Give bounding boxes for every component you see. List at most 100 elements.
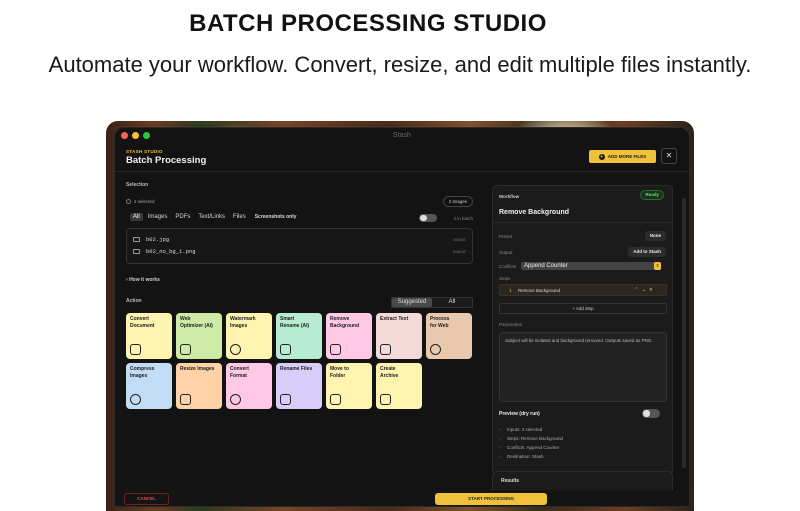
close-panel-button[interactable]: ✕ [661, 148, 677, 164]
action-tile-label: Extract Text [380, 316, 409, 322]
filter-tab-all[interactable]: All [130, 213, 143, 221]
action-tile-convert-document[interactable]: Convert Document [126, 313, 172, 359]
cancel-button[interactable]: CANCEL [124, 493, 169, 505]
selected-count: 2 selected [134, 199, 155, 204]
close-icon: ✕ [665, 151, 673, 160]
preview-item[interactable]: › Steps: Remove Background [499, 436, 563, 441]
step-name: Remove Background [518, 288, 561, 293]
action-tile-watermark-images[interactable]: Watermark Images [226, 313, 272, 359]
hero-title: BATCH PROCESSING STUDIO [189, 10, 547, 37]
preview-label: Preview (dry run) [499, 411, 540, 417]
workflow-label: Workflow [499, 194, 520, 199]
window-titlebar: Stash [115, 128, 689, 142]
preset-select[interactable]: None [644, 231, 666, 241]
brand-subtitle: STASH STUDIO [126, 149, 163, 154]
parameters-label: Parameters [499, 322, 523, 327]
images-count-badge: 2 images [442, 196, 473, 207]
action-tile-label: Convert Document [130, 316, 155, 329]
screenshots-only-label: Screenshots only [254, 214, 297, 220]
conflicts-select[interactable]: Append Counter ⇕ [521, 262, 661, 270]
action-tile-smart-rename-ai[interactable]: Smart Rename (AI) [276, 313, 322, 359]
action-tile-label: Remove Background [330, 316, 360, 329]
file-type: IMAGE [453, 249, 466, 254]
image-file-icon [133, 249, 140, 254]
action-tile-resize-images[interactable]: Resize Images [176, 363, 222, 409]
step-controls-icons[interactable]: ⌃⌄✕ [634, 287, 656, 293]
magic-wand-icon [180, 344, 191, 355]
file-list: b02.jpg IMAGE b02_no_bg_1.png IMAGE [126, 228, 473, 264]
filter-tab-images[interactable]: Images [145, 213, 171, 221]
preview-item-text: Steps: Remove Background [507, 436, 564, 441]
image-file-icon [133, 237, 140, 242]
action-tile-convert-format[interactable]: Convert Format [226, 363, 272, 409]
segment-suggested[interactable]: Suggested [392, 298, 432, 307]
chevron-right-icon: › [499, 445, 501, 450]
how-it-works-toggle[interactable]: › How it works [126, 277, 160, 283]
output-select[interactable]: Add to Stash [628, 247, 666, 257]
action-tile-rename-files[interactable]: Rename Files [276, 363, 322, 409]
filter-tabs: All Images PDFs Text/Links Files Screenshots … [130, 213, 296, 221]
file-name: b02_no_bg_1.png [146, 248, 196, 255]
file-name: b02.jpg [146, 236, 170, 243]
step-row[interactable]: 1 Remove Background ⌃⌄✕ [499, 284, 667, 296]
add-more-files-button[interactable]: + ADD MORE FILES [589, 150, 656, 163]
how-it-works-label: How it works [129, 277, 160, 283]
filter-tab-files[interactable]: Files [230, 213, 249, 221]
preview-item[interactable]: › Destination: Stash [499, 454, 544, 459]
action-segmented-control: Suggested All [391, 297, 473, 308]
preview-item[interactable]: › Inputs: 2 selected [499, 427, 542, 432]
preview-toggle[interactable] [642, 409, 660, 418]
action-tile-compress-images[interactable]: Compress Images [126, 363, 172, 409]
file-row[interactable]: b02_no_bg_1.png IMAGE [133, 246, 466, 257]
workflow-panel: Workflow Ready Remove Background Preset … [492, 185, 673, 475]
action-label: Action [126, 298, 142, 304]
chevron-right-icon: › [499, 427, 501, 432]
action-tile-label: Create Archive [380, 366, 399, 379]
selection-label: Selection [126, 182, 149, 188]
action-tile-create-archive[interactable]: Create Archive [376, 363, 422, 409]
conflicts-label: Conflicts [499, 264, 517, 269]
checkbox-icon [126, 199, 131, 204]
sparkle-icon [280, 344, 291, 355]
segment-all[interactable]: All [432, 298, 472, 307]
document-icon [130, 344, 141, 355]
chevron-right-icon: › [499, 436, 501, 441]
file-row[interactable]: b02.jpg IMAGE [133, 234, 466, 245]
action-tile-extract-text[interactable]: Extract Text [376, 313, 422, 359]
app-header: STASH STUDIO Batch Processing + ADD MORE… [115, 144, 689, 172]
preview-item-text: Destination: Stash [507, 454, 544, 459]
workflow-title: Remove Background [499, 209, 570, 216]
step-number: 1 [509, 288, 512, 293]
page-title: Batch Processing [126, 155, 207, 166]
archive-icon [380, 394, 391, 405]
action-tile-label: Move to Folder [330, 366, 349, 379]
preset-label: Preset [499, 234, 513, 239]
chevron-updown-icon: ⇕ [654, 262, 661, 270]
window-title: Stash [393, 131, 411, 139]
filter-tab-pdfs[interactable]: PDFs [172, 213, 193, 221]
chevron-right-icon: › [499, 454, 501, 459]
bottom-bar: CANCEL START PROCESSING [115, 490, 689, 506]
action-tile-label: Web Optimizer (AI) [180, 316, 213, 329]
select-all-checkbox[interactable]: 2 selected [126, 199, 155, 204]
start-processing-button[interactable]: START PROCESSING [435, 493, 547, 505]
action-tile-web-optimizer-ai[interactable]: Web Optimizer (AI) [176, 313, 222, 359]
action-tile-move-to-folder[interactable]: Move to Folder [326, 363, 372, 409]
action-tile-label: Process for Web [430, 316, 450, 329]
action-tile-label: Convert Format [230, 366, 249, 379]
action-tile-remove-background[interactable]: Remove Background [326, 313, 372, 359]
filter-tab-text-links[interactable]: Text/Links [195, 213, 228, 221]
conflicts-value: Append Counter [524, 263, 568, 269]
preview-item[interactable]: › Conflicts: Append Counter [499, 445, 559, 450]
action-tile-label: Watermark Images [230, 316, 256, 329]
chevron-right-icon: › [126, 277, 128, 283]
screenshots-only-toggle[interactable] [419, 214, 437, 222]
action-tile-label: Compress Images [130, 366, 155, 379]
output-label: Output [499, 250, 513, 255]
add-step-button[interactable]: + Add step [499, 303, 667, 314]
divider [493, 222, 672, 223]
scrollbar[interactable] [682, 198, 686, 468]
action-tile-process-for-web[interactable]: Process for Web [426, 313, 472, 359]
action-tile-label: Rename Files [280, 366, 313, 372]
preview-item-text: Conflicts: Append Counter [507, 445, 560, 450]
